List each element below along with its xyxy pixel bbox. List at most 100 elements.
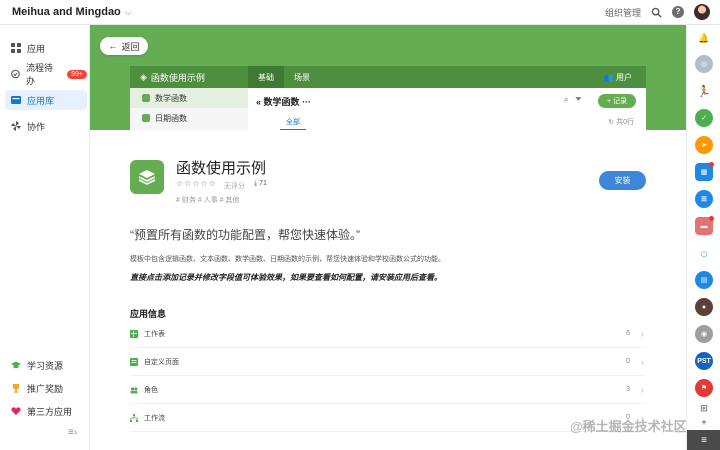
preview-content: « 数学函数 ··· ⌕⏷ + 记录 全部 ↻ 共0行: [248, 88, 646, 130]
info-row-label: 角色: [144, 386, 158, 394]
preview-tab-basic: 基础: [248, 66, 284, 88]
app-description: 模板中包含逻辑函数、文本函数、数学函数、日期函数的示例，帮您快速体验和学校函数公…: [130, 256, 445, 263]
preview-sidebar: 数学函数 日期函数: [130, 88, 248, 130]
info-row-workflows[interactable]: 工作流 0 ›: [130, 404, 646, 432]
app-tip: 直接点击添加记录并修改字段值可体验效果，如果要查看如何配置，请安装应用后查看。: [130, 273, 442, 282]
sidebar-item-collaboration[interactable]: 协作: [5, 116, 87, 136]
role-icon: [130, 386, 138, 393]
sidebar-item-rewards[interactable]: 推广奖励: [5, 378, 87, 398]
pinwheel-icon: [11, 121, 21, 131]
info-row-label: 工作流: [144, 414, 165, 422]
org-switcher[interactable]: Meihua and Mingdao ⌵: [12, 6, 132, 18]
info-row-label: 自定义页面: [144, 358, 179, 366]
heart-icon: [11, 407, 21, 415]
help-icon[interactable]: ?: [672, 6, 684, 18]
preview-side-label: 日期函数: [155, 113, 187, 123]
filter-icon: ⏷: [574, 94, 588, 104]
flag-icon[interactable]: ⚑: [695, 379, 713, 397]
info-row-worksheets[interactable]: 工作表 6 ›: [130, 320, 646, 348]
back-label: 返回: [121, 41, 140, 52]
chat-icon[interactable]: ▤: [695, 271, 713, 289]
preview-filter-all: 全部: [280, 117, 306, 130]
graduation-cap-icon: [11, 361, 21, 369]
map-icon[interactable]: ▬: [695, 216, 714, 235]
preview-count-label: 共0行: [616, 119, 634, 126]
app-detail-card: 函数使用示例 ☆☆☆☆☆ 无评分 ⤓ 71 # 财务 # 人事 # 其他 安装 …: [90, 130, 686, 450]
page-icon: [130, 357, 138, 366]
sheet-icon: [142, 114, 150, 122]
chevron-right-icon: ›: [641, 384, 644, 395]
workflow-icon: [130, 413, 138, 422]
watermark: @稀土掘金技术社区: [570, 419, 687, 434]
sidebar-item-label: 推广奖励: [27, 383, 64, 394]
download-icon: ⤓: [254, 180, 258, 187]
sidebar-item-apps[interactable]: 应用: [5, 38, 87, 58]
sidebar-item-workflow-todo[interactable]: 流程待办 99+: [5, 63, 87, 86]
sidebar-item-label: 流程待办: [25, 63, 53, 86]
pst-icon[interactable]: PST: [695, 352, 713, 370]
app-title: 函数使用示例: [176, 160, 267, 177]
info-row-count: 3: [626, 386, 630, 393]
sidebar-item-label: 学习资源: [27, 360, 64, 371]
install-count-value: 71: [259, 180, 267, 187]
users-icon: 👥: [603, 73, 614, 82]
preview-tools: ⌕⏷: [564, 94, 588, 105]
preview-app-title: ◈ 函数使用示例: [130, 71, 248, 84]
top-bar: Meihua and Mingdao ⌵ 组织管理 ?: [0, 0, 720, 25]
chevron-down-icon: ⌵: [124, 7, 132, 17]
photo-icon[interactable]: ●: [695, 298, 713, 316]
trophy-icon: [13, 384, 19, 393]
back-button[interactable]: ← 返回: [100, 37, 148, 55]
sidebar-item-learning[interactable]: 学习资源: [5, 355, 87, 375]
org-admin-link[interactable]: 组织管理: [605, 6, 641, 19]
check-app-icon[interactable]: ✓: [695, 109, 713, 127]
sheet-icon: [142, 94, 150, 102]
ring-icon[interactable]: ○: [695, 244, 713, 262]
dock-menu-button[interactable]: ≡: [687, 430, 720, 450]
notification-dot: [709, 216, 714, 221]
preview-add-record: + 记录: [598, 94, 636, 108]
preview-sheet-title: « 数学函数 ···: [256, 95, 311, 108]
preview-sheet-name: 数学函数: [263, 97, 300, 107]
group-icon[interactable]: ◎: [695, 55, 713, 73]
sidebar-item-label: 应用库: [27, 95, 55, 106]
chevron-right-icon: ›: [641, 356, 644, 367]
grid-app-icon[interactable]: ▦: [695, 162, 714, 181]
preview-tab-scene: 场景: [294, 72, 310, 82]
app-tags: # 财务 # 人事 # 其他: [176, 197, 240, 204]
notification-dot: [709, 162, 714, 167]
app-quote: “预置所有函数的功能配置，帮您快速体验。”: [130, 228, 360, 242]
rating-stars[interactable]: ☆☆☆☆☆: [176, 179, 217, 188]
app-icon: [130, 160, 164, 194]
send-icon[interactable]: ➤: [695, 136, 713, 154]
info-row-custom-pages[interactable]: 自定义页面 0 ›: [130, 348, 646, 376]
collapse-sidebar-icon[interactable]: ≡›: [68, 427, 77, 438]
preview-header: ◈ 函数使用示例 基础 场景 👥 用户: [130, 66, 646, 88]
sidebar-item-app-library[interactable]: 应用库: [5, 90, 87, 110]
app-preview-window: ◈ 函数使用示例 基础 场景 👥 用户 数学函数 日期函数 « 数学函数 ···…: [130, 66, 646, 130]
add-icon[interactable]: +: [695, 413, 713, 431]
preview-app-name: 函数使用示例: [150, 72, 205, 83]
install-button[interactable]: 安装: [599, 171, 646, 190]
preview-side-item: 数学函数: [130, 88, 248, 108]
right-app-dock: 🔔 ◎ 🏃 ✓ ➤ ▦ ⊞ ▬ ○ ▤ ● ◉ PST ⚑ ⊞ + ≡: [686, 25, 720, 450]
tree-icon[interactable]: ⊞: [695, 190, 713, 208]
info-row-roles[interactable]: 角色 3 ›: [130, 376, 646, 404]
info-row-count: 0: [626, 358, 630, 365]
bubble-icon[interactable]: ◉: [695, 325, 713, 343]
todo-count-badge: 99+: [67, 69, 87, 79]
double-chevron-left-icon: «: [256, 97, 262, 107]
sidebar-item-third-party[interactable]: 第三方应用: [5, 401, 87, 421]
user-avatar[interactable]: [694, 4, 710, 20]
sidebar-item-label: 应用: [27, 43, 46, 54]
rating-text: 无评分: [224, 183, 245, 190]
app-detail-panel: ← 返回 ◈ 函数使用示例 基础 场景 👥 用户 数学函数 日期函数 « 数学函…: [90, 25, 686, 450]
search-icon[interactable]: [651, 7, 662, 18]
top-right-actions: 组织管理 ?: [605, 4, 710, 20]
runner-icon[interactable]: 🏃: [695, 82, 713, 100]
left-sidebar: 应用 流程待办 99+ 应用库 协作 学习资源 推广奖励 第三方应用 ≡›: [0, 25, 90, 450]
app-info-title: 应用信息: [130, 309, 167, 319]
grid-icon: [11, 43, 21, 53]
bell-icon[interactable]: 🔔: [695, 29, 713, 47]
info-row-label: 工作表: [144, 330, 165, 338]
